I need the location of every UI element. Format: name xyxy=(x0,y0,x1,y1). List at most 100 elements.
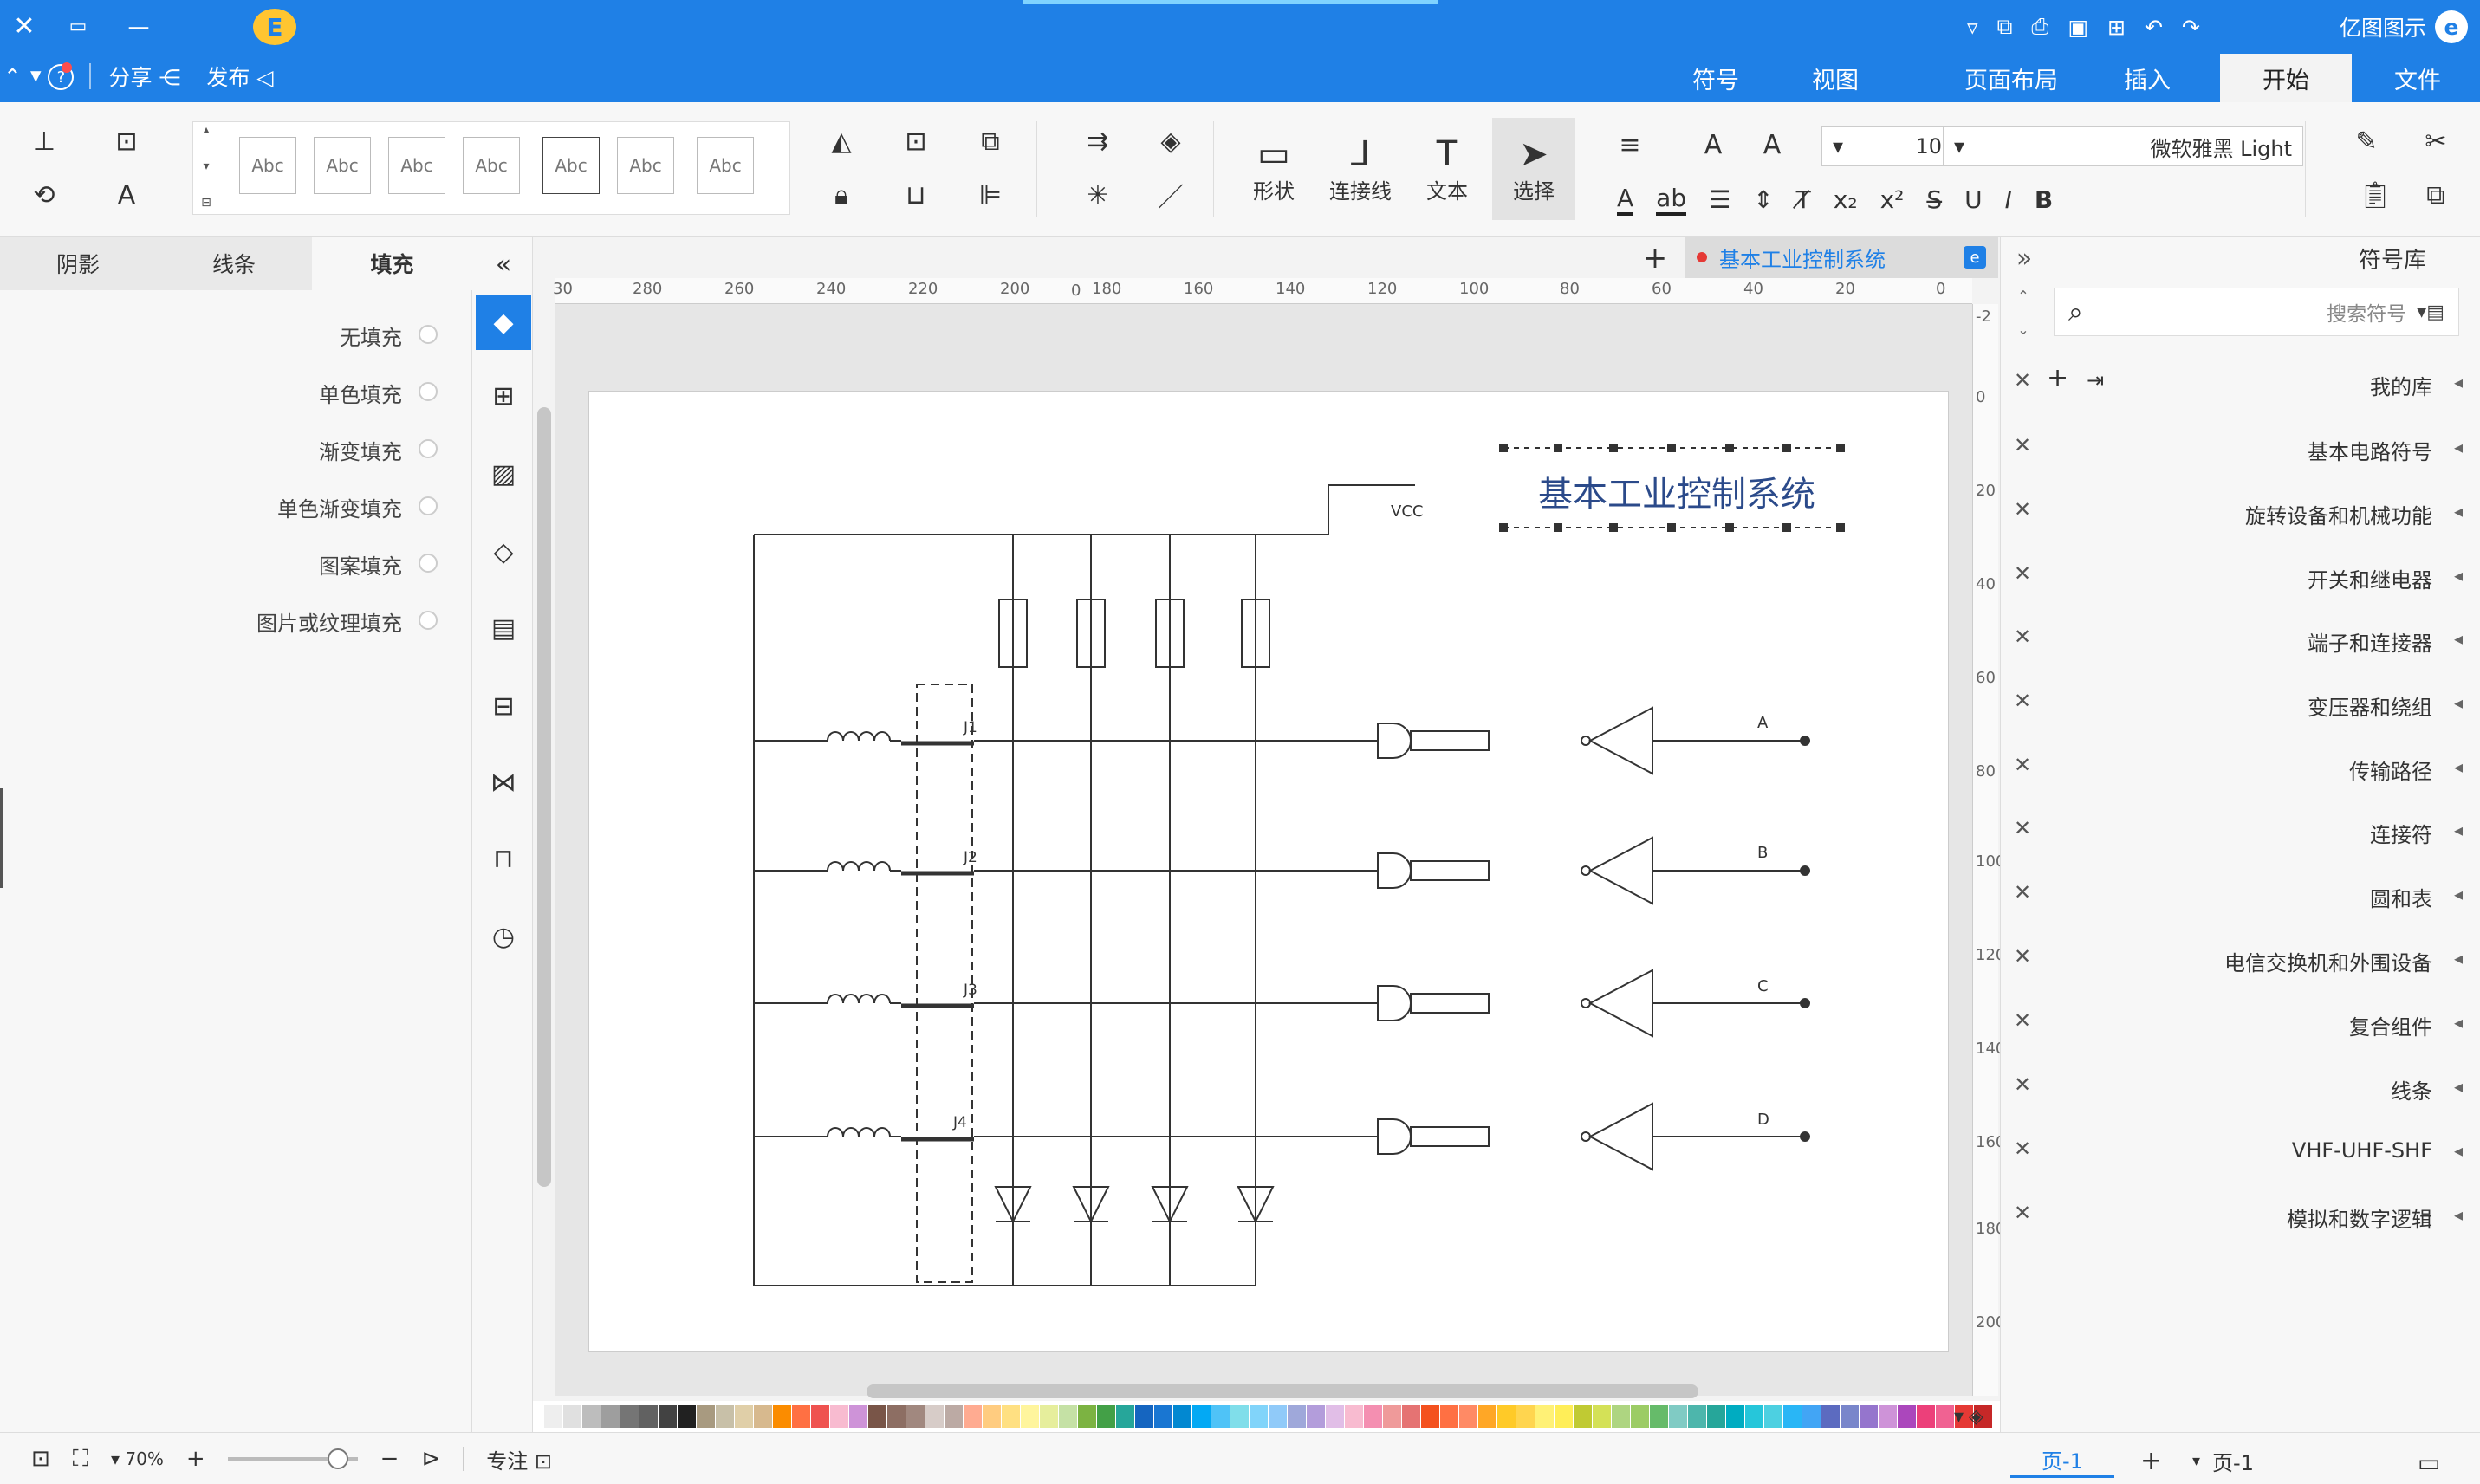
close-icon[interactable]: ✕ xyxy=(2014,816,2031,840)
radio-pattern-fill[interactable] xyxy=(419,554,438,573)
color-swatch[interactable] xyxy=(1421,1405,1439,1428)
document-tab[interactable]: 基本工业控制系统 e xyxy=(1685,237,1998,278)
add-page-icon[interactable]: + xyxy=(2140,1443,2162,1478)
tab-insert[interactable]: 插入 xyxy=(2102,54,2192,102)
line-color-icon[interactable]: ／ xyxy=(1152,177,1189,213)
paste-icon[interactable]: 📋︎ xyxy=(2357,177,2393,213)
group-icon[interactable]: ⊡ xyxy=(898,123,934,159)
color-swatch[interactable] xyxy=(697,1405,715,1428)
vertical-scrollbar[interactable] xyxy=(537,407,551,1187)
color-swatch[interactable] xyxy=(1078,1405,1096,1428)
color-swatch[interactable] xyxy=(964,1405,982,1428)
color-swatch[interactable] xyxy=(1288,1405,1306,1428)
increase-font-icon[interactable]: A xyxy=(1754,126,1790,163)
connector-button[interactable]: ⅃ 连接线 xyxy=(1321,121,1399,217)
page-tab[interactable]: 页-1 xyxy=(2010,1443,2114,1478)
library-item[interactable]: ✕ 连接符 ◂ xyxy=(2000,799,2480,861)
close-icon[interactable]: ✕ xyxy=(2014,753,2031,777)
italic-icon[interactable]: I xyxy=(2005,185,2012,214)
color-swatch[interactable] xyxy=(830,1405,848,1428)
color-swatch[interactable] xyxy=(1154,1405,1172,1428)
replace-shape-icon[interactable]: ⟲ xyxy=(26,177,62,213)
focus-mode-button[interactable]: 专注 ⊡ xyxy=(486,1444,552,1474)
color-swatch[interactable] xyxy=(639,1405,658,1428)
zoom-out-icon[interactable]: − xyxy=(380,1446,399,1472)
diagram-page[interactable]: 基本工业控制系统 VCC A B C D J1 J2 J3 J4 xyxy=(588,391,1949,1352)
fullscreen-icon[interactable]: ⛶ xyxy=(73,1446,88,1473)
color-swatch[interactable] xyxy=(544,1405,562,1428)
color-swatch[interactable] xyxy=(735,1405,753,1428)
color-swatch[interactable] xyxy=(1707,1405,1725,1428)
text-style-icon[interactable]: A xyxy=(108,177,145,213)
clear-format-icon[interactable]: T̸ xyxy=(1796,185,1811,214)
color-swatch[interactable] xyxy=(563,1405,581,1428)
mindmap-icon[interactable]: ⋈ xyxy=(482,761,525,804)
close-icon[interactable]: ✕ xyxy=(2014,497,2031,522)
presentation-icon[interactable]: ⊓ xyxy=(482,837,525,880)
copy-icon[interactable]: ⧉ xyxy=(2418,177,2454,213)
close-icon[interactable]: ✕ xyxy=(2014,689,2031,713)
close-icon[interactable]: ✕ xyxy=(2014,944,2031,969)
arrange-icon[interactable]: ⊥ xyxy=(26,123,62,159)
palette-more-icon[interactable]: ▾ xyxy=(1954,1406,1964,1428)
effects-icon[interactable]: ✳ xyxy=(1080,177,1116,213)
page-panel-icon[interactable]: ▭ xyxy=(2418,1445,2440,1480)
color-swatch[interactable] xyxy=(1555,1405,1573,1428)
style-swatch[interactable]: Abc xyxy=(617,137,674,194)
style-swatch[interactable]: Abc xyxy=(697,137,754,194)
color-swatch[interactable] xyxy=(792,1405,810,1428)
collapse-ribbon-icon[interactable]: ⌃ xyxy=(3,64,22,89)
library-item[interactable]: ✕ 变压器和绕组 ◂ xyxy=(2000,671,2480,734)
color-swatch[interactable] xyxy=(1459,1405,1477,1428)
page-icon[interactable]: ▤ xyxy=(482,606,525,650)
color-swatch[interactable] xyxy=(1364,1405,1382,1428)
close-icon[interactable]: ✕ xyxy=(2014,1072,2031,1097)
library-item[interactable]: ✕ 线条 ◂ xyxy=(2000,1055,2480,1118)
subscript-icon[interactable]: x₂ xyxy=(1834,185,1858,214)
shape-button[interactable]: ▭ 形状 xyxy=(1239,121,1308,217)
color-swatch[interactable] xyxy=(1192,1405,1211,1428)
library-item[interactable]: ✕ 模拟和数字逻辑 ◂ xyxy=(2000,1183,2480,1246)
tab-page-layout[interactable]: 页面布局 xyxy=(1946,54,2076,102)
color-swatch[interactable] xyxy=(1059,1405,1077,1428)
color-swatch[interactable] xyxy=(1841,1405,1859,1428)
strikethrough-icon[interactable]: S̶ xyxy=(1926,185,1942,214)
color-swatch[interactable] xyxy=(1688,1405,1706,1428)
library-item[interactable]: ✕ 端子和连接器 ◂ xyxy=(2000,607,2480,670)
color-swatch[interactable] xyxy=(754,1405,772,1428)
page-select[interactable]: ▾ 页-1 xyxy=(2192,1443,2254,1478)
color-swatch[interactable] xyxy=(1135,1405,1153,1428)
play-icon[interactable]: ⊳ xyxy=(421,1446,440,1472)
line-style-icon[interactable]: ⇉ xyxy=(1080,123,1116,159)
color-swatch[interactable] xyxy=(1898,1405,1916,1428)
publish-button[interactable]: 发布 ◁ xyxy=(206,61,273,92)
color-swatch[interactable] xyxy=(849,1405,867,1428)
library-item[interactable]: ✕ 电信交换机和外围设备 ◂ xyxy=(2000,927,2480,989)
user-avatar[interactable]: E xyxy=(253,9,296,45)
library-item[interactable]: ✕ 基本电路符号 ◂ xyxy=(2000,416,2480,478)
library-item[interactable]: ✕ 圆和表 ◂ xyxy=(2000,863,2480,925)
color-swatch[interactable] xyxy=(1497,1405,1516,1428)
color-swatch[interactable] xyxy=(1250,1405,1268,1428)
color-swatch[interactable] xyxy=(1783,1405,1802,1428)
decrease-font-icon[interactable]: A xyxy=(1695,126,1731,163)
color-swatch[interactable] xyxy=(811,1405,829,1428)
select-button[interactable]: ➤ 选择 xyxy=(1492,118,1575,220)
qa-print-icon[interactable]: ⎙ xyxy=(2031,14,2048,40)
style-swatch[interactable]: Abc xyxy=(314,137,371,194)
history-icon[interactable]: ◷ xyxy=(482,915,525,958)
color-swatch[interactable] xyxy=(1040,1405,1058,1428)
zoom-slider-thumb[interactable] xyxy=(327,1448,348,1469)
superscript-icon[interactable]: x² xyxy=(1880,185,1905,214)
color-swatch[interactable] xyxy=(1516,1405,1535,1428)
tab-symbols[interactable]: 符号 xyxy=(1671,54,1761,102)
color-swatch[interactable] xyxy=(1726,1405,1744,1428)
fill-color-icon[interactable]: ◈ xyxy=(1152,123,1189,159)
color-swatch[interactable] xyxy=(1326,1405,1344,1428)
color-swatch[interactable] xyxy=(1211,1405,1230,1428)
color-swatch[interactable] xyxy=(1802,1405,1821,1428)
zoom-slider[interactable] xyxy=(227,1448,358,1469)
library-item[interactable]: ✕ 复合组件 ◂ xyxy=(2000,991,2480,1053)
close-icon[interactable]: ✕ xyxy=(2014,561,2031,586)
radio-texture-fill[interactable] xyxy=(419,611,438,630)
